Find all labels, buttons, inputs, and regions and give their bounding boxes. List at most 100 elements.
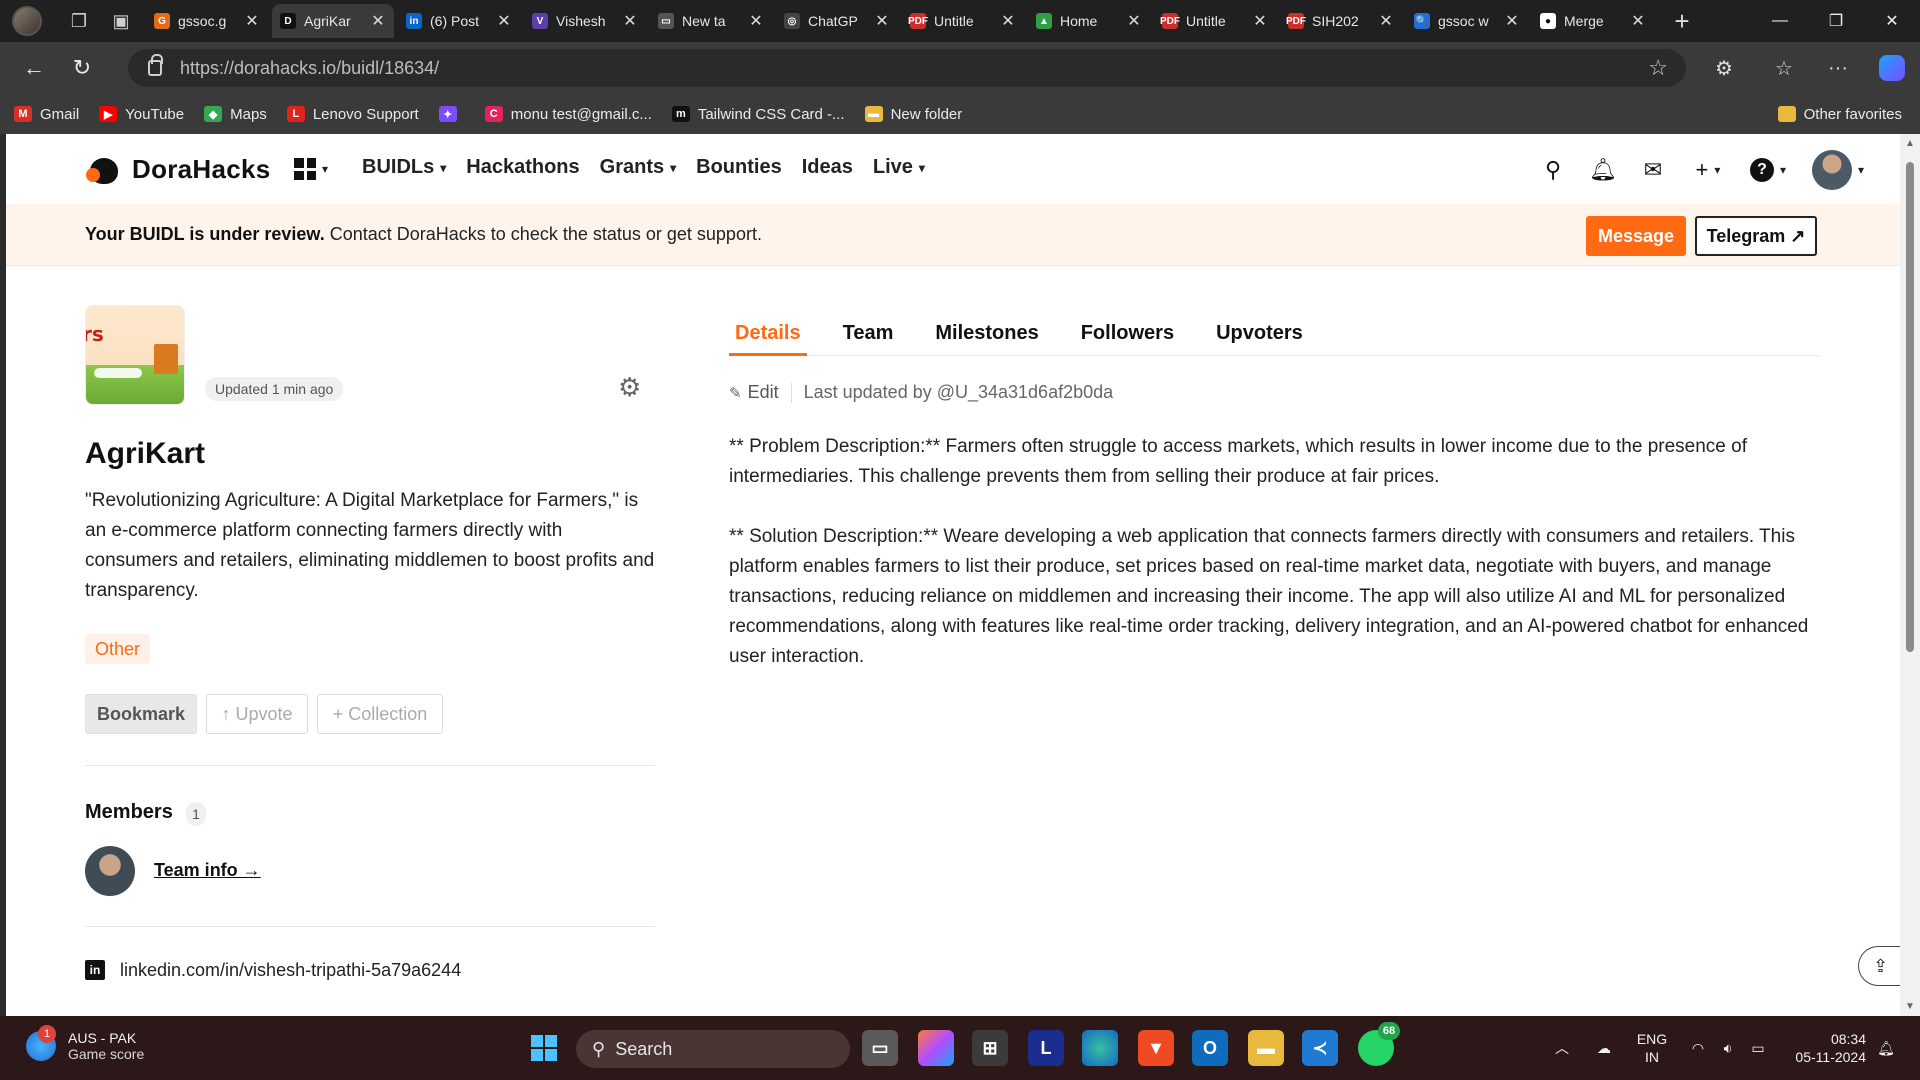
back-button[interactable]: ←	[14, 48, 54, 88]
favorites-icon[interactable]: ☆	[1764, 48, 1804, 88]
tab-followers[interactable]: Followers	[1075, 318, 1180, 356]
vscode-icon[interactable]: ≺	[1302, 1030, 1338, 1066]
file-explorer-icon[interactable]: ▬	[1248, 1030, 1284, 1066]
browser-tab[interactable]: PDF Untitle ✕	[902, 4, 1024, 38]
bookmark-button[interactable]: Bookmark	[85, 694, 197, 734]
scrollbar-thumb[interactable]	[1906, 162, 1914, 652]
notifications-bell-icon[interactable]: 🔔︎	[1872, 1016, 1900, 1080]
microsoft-store-icon[interactable]: ⊞	[972, 1030, 1008, 1066]
onedrive-cloud-icon[interactable]: ☁	[1590, 1016, 1618, 1080]
browser-tab[interactable]: ● Merge ✕	[1532, 4, 1654, 38]
browser-tab[interactable]: PDF Untitle ✕	[1154, 4, 1276, 38]
close-tab-icon[interactable]: ✕	[1630, 11, 1646, 31]
help-button[interactable]: ? ▾	[1738, 150, 1798, 190]
tab-team[interactable]: Team	[837, 318, 900, 356]
nav-item-bounties[interactable]: Bounties	[696, 156, 782, 179]
close-tab-icon[interactable]: ✕	[244, 11, 260, 31]
bookmark-item[interactable]: L Lenovo Support	[286, 106, 419, 123]
tab-milestones[interactable]: Milestones	[929, 318, 1044, 356]
browser-profile-avatar[interactable]	[12, 6, 42, 36]
tab-upvoters[interactable]: Upvoters	[1210, 318, 1309, 356]
language-indicator[interactable]: ENG IN	[1634, 1030, 1670, 1066]
browser-tab[interactable]: D AgriKar ✕	[272, 4, 394, 38]
bookmark-item[interactable]: ✦	[438, 106, 465, 122]
volume-icon[interactable]: 🔉︎	[1714, 1016, 1742, 1080]
scroll-down-arrow-icon[interactable]: ▼	[1904, 1001, 1916, 1012]
user-menu-button[interactable]: ▾	[1798, 150, 1878, 190]
browser-tab[interactable]: V Vishesh ✕	[524, 4, 646, 38]
dorahacks-logo[interactable]: DoraHacks	[86, 152, 271, 186]
edge-browser-icon[interactable]	[1082, 1030, 1118, 1066]
whatsapp-icon[interactable]: 68	[1358, 1022, 1400, 1066]
browser-tab[interactable]: Ggssoc.g ✕	[146, 4, 268, 38]
close-tab-icon[interactable]: ✕	[622, 11, 638, 31]
windows-start-icon[interactable]	[526, 1030, 562, 1066]
nav-item-grants[interactable]: Grants ▾	[600, 156, 677, 179]
show-hidden-icons-chevron-icon[interactable]: ︿	[1548, 1016, 1576, 1080]
edit-link[interactable]: Edit	[748, 382, 779, 403]
favorite-star-icon[interactable]: ☆	[1648, 55, 1668, 81]
nav-item-live[interactable]: Live ▾	[873, 156, 925, 179]
battery-icon[interactable]: ▭	[1744, 1016, 1772, 1080]
team-info-link[interactable]: Team info →	[154, 860, 261, 881]
refresh-button[interactable]: ↻	[62, 48, 102, 88]
browser-tab[interactable]: ▲ Home ✕	[1028, 4, 1150, 38]
close-tab-icon[interactable]: ✕	[1000, 11, 1016, 31]
close-tab-icon[interactable]: ✕	[874, 11, 890, 31]
lenovo-app-icon[interactable]: L	[1028, 1030, 1064, 1066]
restore-button[interactable]: ❐	[1806, 0, 1866, 42]
upvote-button[interactable]: ↑ Upvote	[206, 694, 308, 734]
scroll-up-arrow-icon[interactable]: ▲	[1904, 138, 1916, 149]
close-window-button[interactable]: ✕	[1862, 0, 1920, 42]
notifications-bell-icon[interactable]: 🔔︎	[1578, 150, 1628, 190]
new-tab-button[interactable]: +	[1668, 6, 1696, 37]
wifi-icon[interactable]: ◠	[1684, 1016, 1712, 1080]
page-scrollbar[interactable]: ▲ ▼	[1900, 134, 1920, 1016]
bookmark-item[interactable]: Cmonu test@gmail.c...	[484, 106, 652, 123]
tab-details[interactable]: Details	[729, 318, 807, 356]
vertical-tabs-icon[interactable]: ▣	[106, 6, 136, 36]
telegram-button[interactable]: Telegram ↗	[1695, 216, 1817, 256]
copilot-app-icon[interactable]	[918, 1030, 954, 1066]
nav-item-hackathons[interactable]: Hackathons	[466, 156, 579, 179]
close-tab-icon[interactable]: ✕	[370, 11, 386, 31]
close-tab-icon[interactable]: ✕	[1126, 11, 1142, 31]
message-button[interactable]: Message	[1586, 216, 1686, 256]
address-bar[interactable]: https://dorahacks.io/buidl/18634/ ☆	[128, 49, 1686, 87]
extensions-icon[interactable]: ⚙	[1704, 48, 1744, 88]
lock-icon[interactable]	[148, 54, 163, 76]
system-clock[interactable]: 08:34 05-11-2024	[1794, 1030, 1866, 1066]
bookmark-item[interactable]: ▬ New folder	[864, 106, 962, 123]
messages-mail-icon[interactable]: ✉	[1628, 150, 1678, 190]
browser-tab[interactable]: in (6) Post ✕	[398, 4, 520, 38]
member-avatar[interactable]	[85, 846, 135, 896]
category-tag[interactable]: Other	[85, 634, 151, 664]
task-view-icon[interactable]: ▭	[862, 1030, 898, 1066]
outlook-icon[interactable]: O	[1192, 1030, 1228, 1066]
apps-grid-button[interactable]: ▾	[294, 158, 328, 180]
nav-item-ideas[interactable]: Ideas	[802, 156, 853, 179]
browser-tab[interactable]: 🔍 gssoc w ✕	[1406, 4, 1528, 38]
taskbar-search[interactable]: ⚲ Search	[576, 1030, 850, 1068]
more-menu-icon[interactable]: ···	[1818, 48, 1858, 88]
browser-tab[interactable]: ◎ ChatGP ✕	[776, 4, 898, 38]
workspaces-icon[interactable]: ❐	[64, 6, 94, 36]
close-tab-icon[interactable]: ✕	[1504, 11, 1520, 31]
bookmark-item[interactable]: ◆ Maps	[204, 106, 267, 123]
pencil-icon[interactable]: ✎	[729, 384, 742, 402]
close-tab-icon[interactable]: ✕	[1252, 11, 1268, 31]
close-tab-icon[interactable]: ✕	[1378, 11, 1394, 31]
share-icon[interactable]: ⇪	[1858, 946, 1900, 986]
browser-tab[interactable]: PDF SIH202 ✕	[1280, 4, 1402, 38]
nav-item-buidls[interactable]: BUIDLs ▾	[362, 156, 446, 179]
browser-tab[interactable]: ▭ New ta ✕	[650, 4, 772, 38]
copilot-icon[interactable]	[1872, 48, 1912, 88]
weather-widget[interactable]: 1 AUS - PAK Game score	[26, 1025, 144, 1062]
brave-browser-icon[interactable]: ▼	[1138, 1030, 1174, 1066]
settings-gear-icon[interactable]: ⚙	[618, 374, 644, 400]
bookmark-item[interactable]: ▶ YouTube	[99, 106, 184, 123]
bookmark-item[interactable]: m Tailwind CSS Card -...	[671, 106, 845, 123]
linkedin-link[interactable]: linkedin.com/in/vishesh-tripathi-5a79a62…	[120, 960, 461, 981]
create-plus-button[interactable]: + ▾	[1678, 150, 1738, 190]
search-icon[interactable]: ⚲	[1528, 150, 1578, 190]
